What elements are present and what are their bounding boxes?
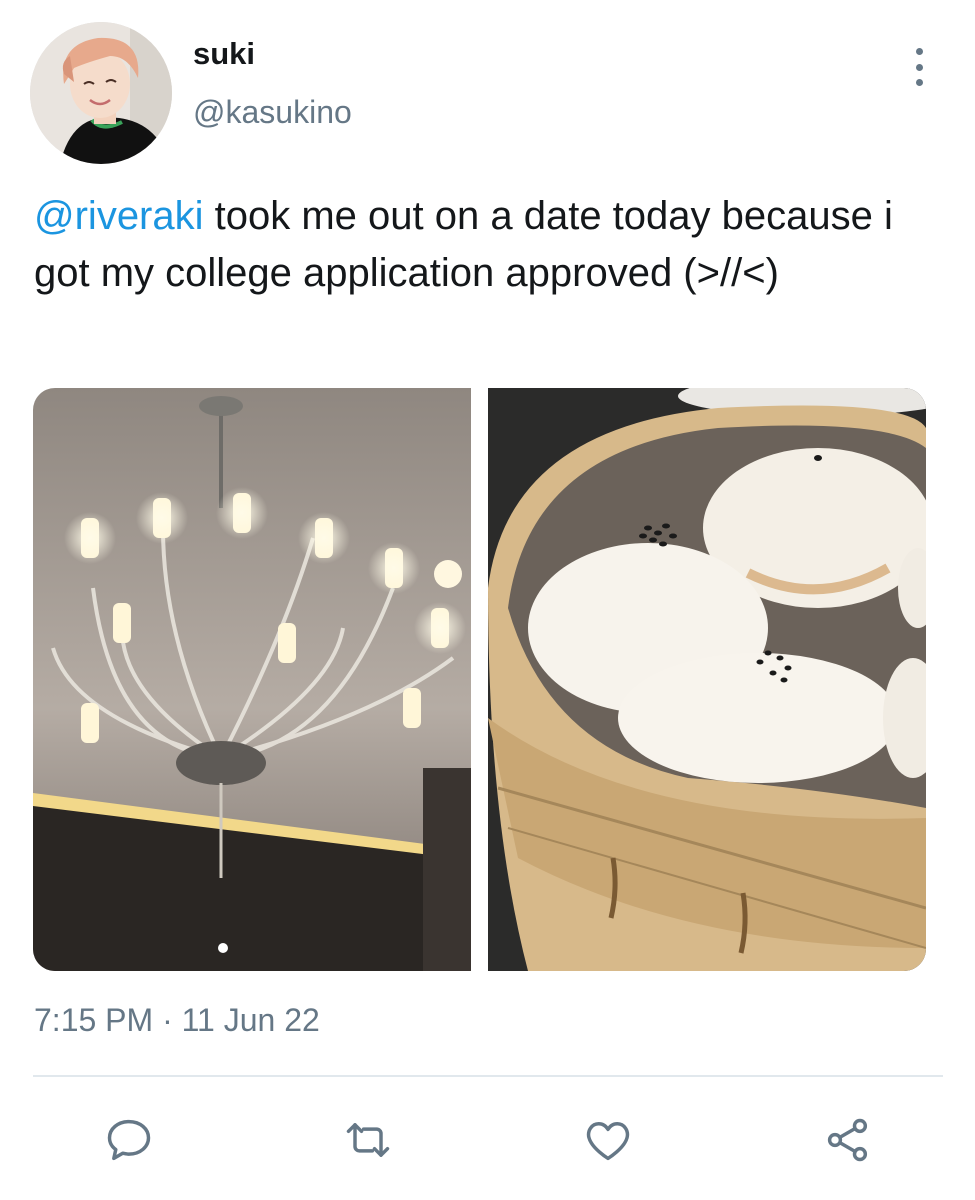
share-icon xyxy=(827,1118,868,1162)
retweet-button[interactable] xyxy=(340,1112,396,1168)
mention-link[interactable]: @riveraki xyxy=(34,194,204,238)
photo-steamed-buns[interactable] xyxy=(488,388,926,971)
avatar[interactable] xyxy=(30,22,172,164)
tweet-timestamp[interactable]: 7:15 PM · 11 Jun 22 xyxy=(34,1002,320,1039)
photo-chandelier[interactable] xyxy=(33,388,471,971)
chandelier-image xyxy=(33,388,471,971)
retweet-icon xyxy=(346,1123,390,1157)
more-dot xyxy=(915,48,923,55)
buns-image xyxy=(488,388,926,971)
share-button[interactable] xyxy=(820,1112,876,1168)
more-dot xyxy=(915,63,923,71)
divider xyxy=(33,1075,943,1077)
reply-button[interactable] xyxy=(101,1112,157,1168)
reply-icon xyxy=(107,1119,151,1161)
display-name[interactable]: suki xyxy=(193,36,255,72)
like-button[interactable] xyxy=(580,1112,636,1168)
avatar-image xyxy=(30,22,172,164)
user-handle[interactable]: @kasukino xyxy=(193,94,352,131)
more-options-icon[interactable] xyxy=(906,48,932,86)
more-dot xyxy=(915,79,923,86)
tweet-text: @riveraki took me out on a date today be… xyxy=(34,188,934,302)
heart-icon xyxy=(586,1122,630,1161)
